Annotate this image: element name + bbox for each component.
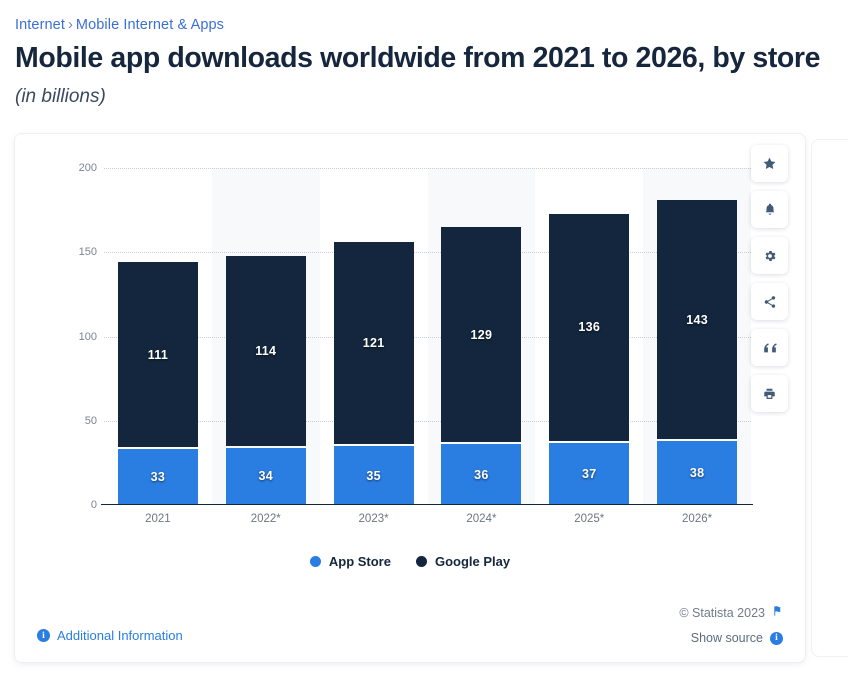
card-right-edge [812, 140, 848, 656]
statista-chart-page: Internet › Mobile Internet & Apps Mobile a… [0, 0, 848, 678]
bar-value-label: 34 [258, 469, 273, 484]
legend-item[interactable]: App Store [309, 554, 391, 569]
bar-group[interactable]: 129 36 [441, 226, 522, 505]
breadcrumb-link-root[interactable]: Internet [15, 17, 65, 33]
x-axis-tick-label: 2026* [682, 513, 713, 525]
bar-value-label: 37 [581, 466, 597, 481]
y-axis-tick-label: 100 [78, 330, 97, 343]
x-axis-tick-label: 2025* [574, 513, 605, 525]
legend-color-swatch [309, 556, 321, 567]
favorite-star-button[interactable] [751, 145, 788, 182]
flag-icon [772, 605, 783, 620]
bar-segment-app-store[interactable]: 35 [333, 446, 414, 505]
additional-information-label: Additional Information [57, 628, 183, 643]
breadcrumb: Internet › Mobile Internet & Apps [15, 17, 224, 33]
favorite-star-icon [762, 156, 777, 171]
bar-value-label: 111 [147, 347, 169, 362]
legend-color-swatch [415, 556, 427, 567]
settings-gear-button[interactable] [751, 237, 788, 274]
y-axis-tick-label: 150 [78, 246, 97, 259]
bar-value-label: 143 [686, 312, 708, 327]
copyright: © Statista 2023 [679, 605, 783, 620]
chart-legend: App Store Google Play [15, 554, 805, 569]
bar-group[interactable]: 111 33 [117, 262, 198, 505]
bar-segment-app-store[interactable]: 33 [117, 449, 198, 505]
x-axis-tick-label: 2023* [358, 513, 389, 525]
copyright-label: © Statista 2023 [679, 605, 765, 620]
notification-bell-button[interactable] [751, 191, 788, 228]
bar-value-label: 38 [689, 465, 705, 480]
bar-segment-app-store[interactable]: 37 [549, 442, 630, 505]
bar-segment-app-store[interactable]: 38 [657, 440, 738, 505]
bar-segment-google-play[interactable]: 143 [657, 200, 738, 439]
additional-information-link[interactable]: i Additional Information [37, 628, 183, 643]
bar-group[interactable]: 143 38 [657, 200, 738, 505]
bar-value-label: 121 [362, 336, 385, 351]
gridline [104, 252, 751, 254]
x-axis-tick-label: 2021 [145, 513, 171, 525]
y-axis-tick-label: 200 [78, 162, 97, 174]
show-source-info-icon: i [770, 631, 783, 645]
share-button[interactable] [751, 283, 788, 320]
legend-item[interactable]: Google Play [415, 554, 511, 569]
bar-segment-google-play[interactable]: 111 [117, 262, 198, 448]
citation-quote-button[interactable] [751, 329, 788, 366]
info-icon: i [37, 629, 50, 642]
plot-area: 050100150200 App downloads in billions 1… [79, 162, 753, 525]
bar-group[interactable]: 136 37 [549, 213, 630, 505]
page-title: Mobile app downloads worldwide from 2021… [15, 42, 821, 74]
x-axis-line [101, 504, 753, 505]
x-axis-tick-label: 2024* [466, 513, 497, 525]
bar-segment-google-play[interactable]: 121 [333, 242, 414, 445]
settings-gear-icon [763, 249, 777, 263]
gridline [104, 168, 751, 169]
bar-value-label: 36 [474, 467, 489, 482]
x-axis-tick-label: 2022* [250, 513, 281, 525]
bar-value-label: 114 [255, 343, 277, 358]
bar-value-label: 33 [150, 470, 166, 485]
chart-toolbar [751, 145, 788, 412]
breadcrumb-separator: › [67, 17, 73, 33]
bar-group[interactable]: 114 34 [225, 255, 306, 505]
bar-value-label: 129 [470, 327, 493, 342]
print-button[interactable] [751, 375, 788, 412]
chart-card: 050100150200 App downloads in billions 1… [15, 134, 805, 662]
bar-segment-google-play[interactable]: 136 [549, 213, 630, 441]
y-axis-tick-label: 50 [84, 414, 97, 427]
citation-quote-icon [763, 342, 777, 354]
share-icon [763, 295, 777, 309]
breadcrumb-link-current[interactable]: Mobile Internet & Apps [76, 17, 224, 33]
gridline [104, 336, 751, 338]
legend-label: App Store [328, 554, 391, 569]
bar-group[interactable]: 121 35 [333, 242, 414, 505]
page-subtitle: (in billions) [15, 86, 106, 107]
print-icon [762, 387, 777, 401]
notification-bell-icon [763, 202, 777, 217]
show-source-label: Show source [690, 631, 763, 645]
gridline [104, 420, 751, 422]
bar-segment-google-play[interactable]: 114 [225, 255, 306, 446]
bar-segment-app-store[interactable]: 34 [225, 447, 306, 505]
show-source-link[interactable]: Show source i [691, 631, 783, 645]
bar-segment-google-play[interactable]: 129 [441, 226, 522, 443]
bar-value-label: 35 [366, 468, 381, 483]
bar-value-label: 136 [578, 320, 601, 335]
legend-label: Google Play [434, 554, 511, 569]
y-axis-tick-label: 0 [90, 499, 97, 511]
bar-segment-app-store[interactable]: 36 [441, 444, 522, 505]
